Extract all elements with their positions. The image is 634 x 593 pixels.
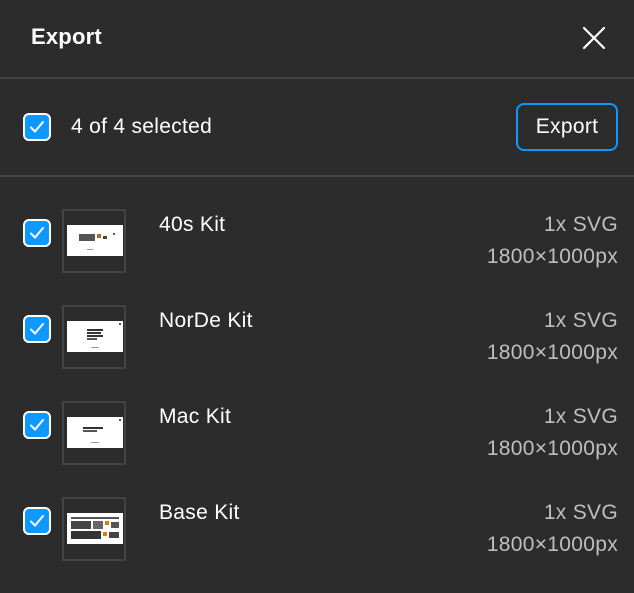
checkmark-icon: [30, 121, 44, 133]
dialog-title: Export: [31, 24, 102, 49]
list-item: Mac Kit 1x SVG 1800×1000px: [0, 401, 634, 497]
item-name: Mac Kit: [159, 405, 232, 428]
close-button[interactable]: [578, 22, 610, 54]
close-icon[interactable]: [578, 22, 610, 54]
item-scale-format: 1x SVG: [543, 405, 618, 428]
item-dimensions: 1800×1000px: [486, 341, 618, 364]
list-item: NorDe Kit 1x SVG 1800×1000px: [0, 305, 634, 401]
thumbnail-preview: [67, 417, 123, 448]
thumbnail-preview: [67, 513, 123, 544]
list-item: 40s Kit 1x SVG 1800×1000px: [0, 209, 634, 305]
selection-toolbar: 4 of 4 selected Export: [0, 79, 634, 177]
select-all-checkbox[interactable]: [23, 113, 51, 141]
item-checkbox[interactable]: [23, 315, 51, 343]
item-checkbox[interactable]: [23, 411, 51, 439]
item-name: Base Kit: [159, 501, 240, 524]
checkmark-icon: [30, 515, 44, 527]
item-dimensions: 1800×1000px: [486, 533, 618, 556]
dialog-header: Export: [0, 0, 634, 79]
item-checkbox[interactable]: [23, 507, 51, 535]
item-thumbnail: [62, 209, 126, 273]
checkmark-icon: [30, 419, 44, 431]
item-scale-format: 1x SVG: [543, 309, 618, 332]
item-scale-format: 1x SVG: [543, 213, 618, 236]
item-thumbnail: [62, 401, 126, 465]
checkmark-icon: [30, 227, 44, 239]
item-name: 40s Kit: [159, 213, 226, 236]
selection-count: 4 of 4 selected: [71, 115, 213, 138]
item-dimensions: 1800×1000px: [486, 245, 618, 268]
list-item: Base Kit 1x SVG 1800×1000px: [0, 497, 634, 593]
checkmark-icon: [30, 323, 44, 335]
item-thumbnail: [62, 497, 126, 561]
thumbnail-preview: [67, 225, 123, 256]
export-button[interactable]: Export: [516, 103, 618, 151]
thumbnail-preview: [67, 321, 123, 352]
item-scale-format: 1x SVG: [543, 501, 618, 524]
item-checkbox[interactable]: [23, 219, 51, 247]
item-name: NorDe Kit: [159, 309, 253, 332]
item-thumbnail: [62, 305, 126, 369]
item-dimensions: 1800×1000px: [486, 437, 618, 460]
